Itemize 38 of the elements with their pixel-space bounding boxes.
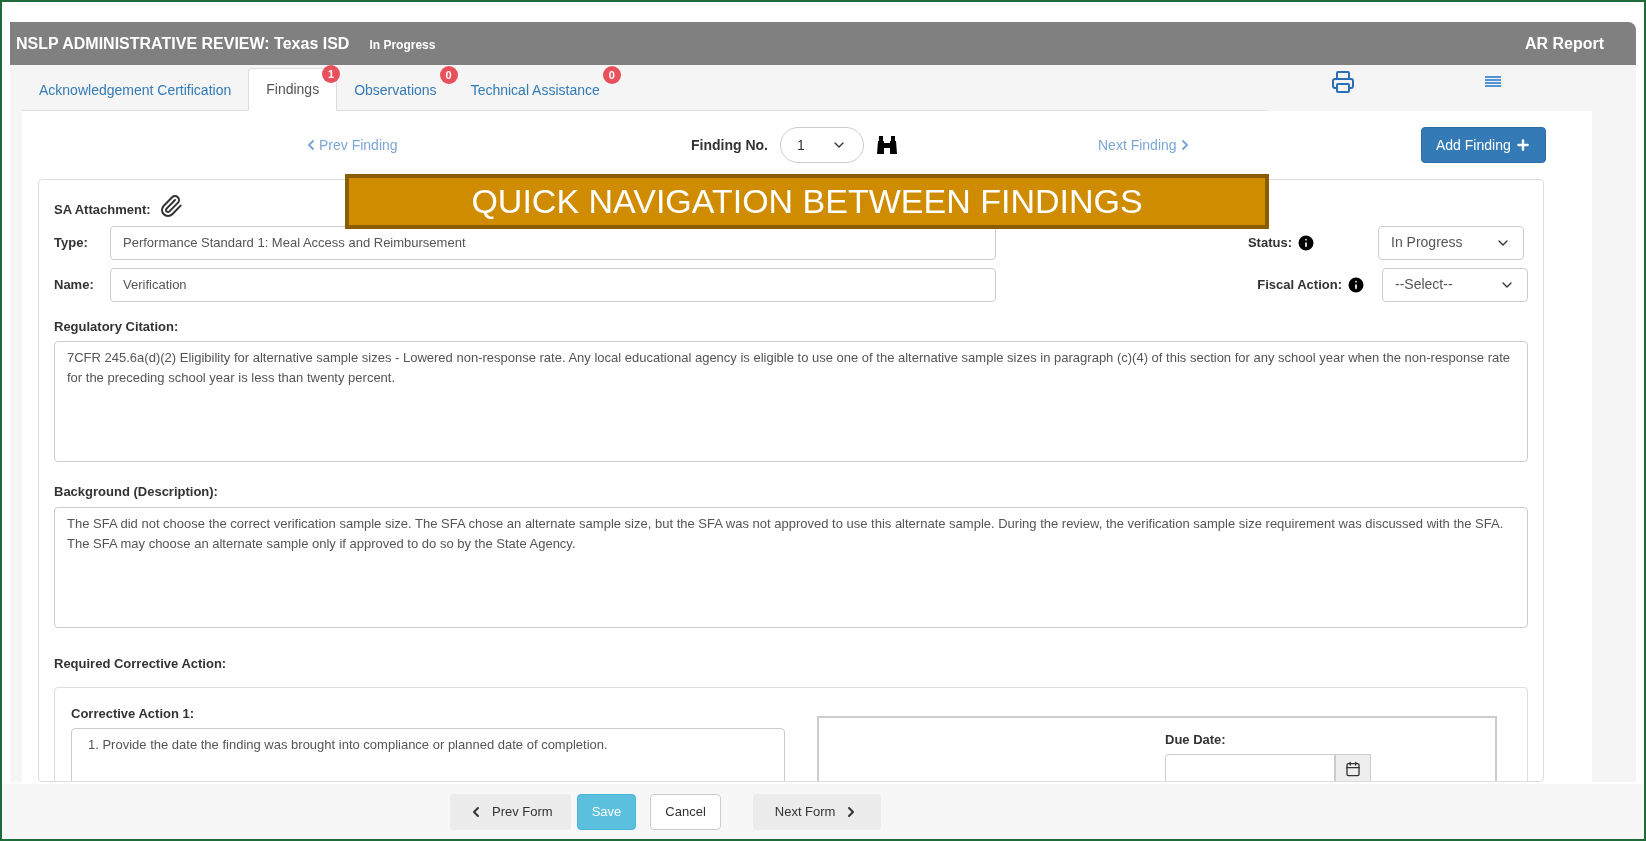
next-form-button[interactable]: Next Form: [752, 793, 882, 830]
menu-icon[interactable]: [1485, 76, 1501, 88]
fiscal-action-label: Fiscal Action:: [1257, 275, 1342, 294]
callout-banner: QUICK NAVIGATION BETWEEN FINDINGS: [345, 174, 1269, 229]
count-badge: 1: [322, 65, 341, 83]
count-badge: 0: [602, 66, 621, 84]
cancel-button[interactable]: Cancel: [650, 793, 721, 830]
paperclip-icon[interactable]: [158, 193, 183, 218]
attachment-label: SA Attachment:: [54, 201, 151, 219]
name-label: Name:: [54, 275, 95, 294]
calendar-button[interactable]: [1335, 753, 1371, 781]
count-badge: 0: [439, 66, 458, 84]
finding-number-label: Finding No.: [691, 135, 768, 155]
background-textarea[interactable]: The SFA did not choose the correct verification sample size. The SFA chose an alternate sample size, but the SFA was not approved to use this alternate sample. During the review, the verification sample size requirement was discussed with the SFA. The SFA may choose an alternate sample only if approved to do so by the State Agency.: [54, 506, 1528, 628]
binoculars-icon[interactable]: [876, 135, 898, 155]
info-icon[interactable]: [1296, 232, 1316, 253]
calendar-icon: [1345, 760, 1361, 777]
review-title: NSLP ADMINISTRATIVE REVIEW: Texas ISD: [16, 33, 350, 54]
tab[interactable]: Findings 1: [248, 68, 338, 111]
background-label: Background (Description):: [54, 483, 219, 501]
tab[interactable]: Acknowledgement Certification: [22, 70, 249, 111]
corrective-label: Required Corrective Action:: [54, 654, 228, 673]
print-icon[interactable]: [1331, 70, 1355, 94]
name-field[interactable]: Verification: [110, 267, 996, 302]
due-date-label: Due Date:: [1165, 731, 1226, 749]
add-finding-button[interactable]: Add Finding: [1421, 127, 1546, 163]
prev-form-button[interactable]: Prev Form: [450, 793, 571, 830]
info-icon[interactable]: [1346, 274, 1366, 295]
citation-label: Regulatory Citation:: [54, 317, 180, 336]
status-select[interactable]: In Progress: [1378, 225, 1524, 260]
ar-report-link[interactable]: AR Report: [1524, 31, 1604, 56]
plus-icon: [1514, 137, 1531, 153]
status-field-label: Status:: [1247, 233, 1292, 252]
type-label: Type:: [54, 233, 89, 252]
corrective-action-label: Corrective Action 1:: [71, 705, 196, 723]
citation-textarea[interactable]: 7CFR 245.6a(d)(2) Eligibility for alternative sample sizes - Lowered non-response rate. Any local educational agency is eligible to use one of the alternative sample sizes in paragraph (c)(4) of this section for any school year when the non-response rate for the preceding school year is less than twenty percent.: [54, 341, 1528, 462]
fiscal-action-select[interactable]: --Select--: [1382, 267, 1528, 302]
status-label: In Progress: [369, 36, 436, 54]
